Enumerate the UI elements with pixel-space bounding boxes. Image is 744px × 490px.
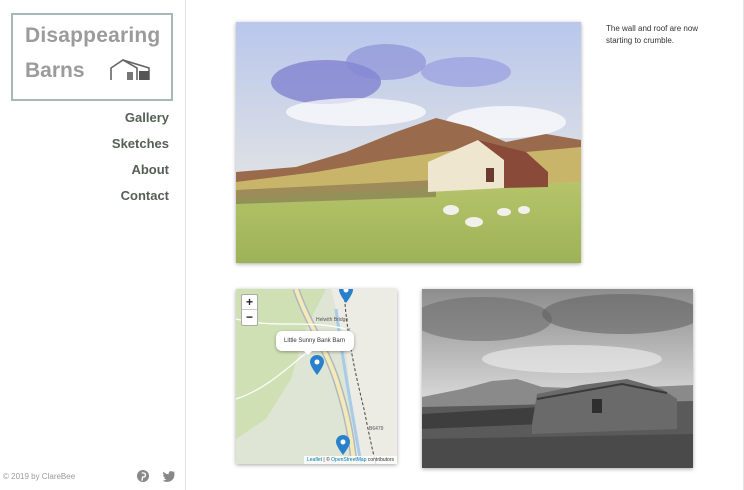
sidebar: Disappearing Barns Gallery Sketches Abou…	[0, 0, 186, 490]
twitter-icon[interactable]	[162, 469, 176, 483]
copyright: © 2019 by ClareBee	[3, 472, 76, 481]
barn-painting-image	[236, 22, 581, 263]
pinterest-icon[interactable]	[136, 469, 150, 483]
zoom-in-button[interactable]: +	[242, 295, 257, 310]
site-logo[interactable]: Disappearing Barns	[11, 13, 173, 101]
openstreetmap-link[interactable]: OpenStreetMap	[331, 457, 366, 463]
nav-about[interactable]: About	[112, 162, 169, 178]
map-popup: Little Sunny Bank Barn ×	[276, 327, 354, 355]
barn-photo-image	[422, 289, 693, 468]
nav-contact[interactable]: Contact	[112, 188, 169, 204]
main-content: The wall and roof are now starting to cr…	[187, 0, 744, 490]
location-map[interactable]: Helwith Bridge B6479 + − Little Sunny Ba…	[236, 289, 397, 464]
nav-sketches[interactable]: Sketches	[112, 136, 169, 152]
attribution-contributors: contributors	[366, 457, 394, 463]
barn-painting[interactable]	[236, 22, 581, 263]
map-marker-icon[interactable]	[310, 355, 324, 375]
map-place-label: Helwith Bridge	[316, 317, 349, 323]
map-tiles	[236, 289, 397, 464]
map-road-label: B6479	[369, 426, 384, 432]
attribution-separator: | ©	[322, 457, 332, 463]
main-nav: Gallery Sketches About Contact	[112, 110, 169, 214]
leaflet-link[interactable]: Leaflet	[307, 457, 322, 463]
popup-close-icon[interactable]: ×	[347, 325, 351, 337]
barn-photo[interactable]	[422, 289, 693, 468]
map-marker-icon[interactable]	[336, 435, 350, 455]
map-marker-icon[interactable]	[339, 289, 353, 303]
barn-icon	[110, 59, 150, 80]
painting-caption: The wall and roof are now starting to cr…	[606, 24, 699, 45]
map-attribution: Leaflet | © OpenStreetMap contributors	[304, 456, 397, 464]
zoom-out-button[interactable]: −	[242, 310, 257, 325]
logo-text-line1: Disappearing	[25, 24, 161, 47]
map-zoom-control: + −	[241, 294, 258, 326]
popup-tip	[302, 349, 314, 355]
logo-text-line2: Barns	[25, 59, 85, 82]
nav-gallery[interactable]: Gallery	[112, 110, 169, 126]
map-popup-label: Little Sunny Bank Barn	[284, 338, 346, 344]
